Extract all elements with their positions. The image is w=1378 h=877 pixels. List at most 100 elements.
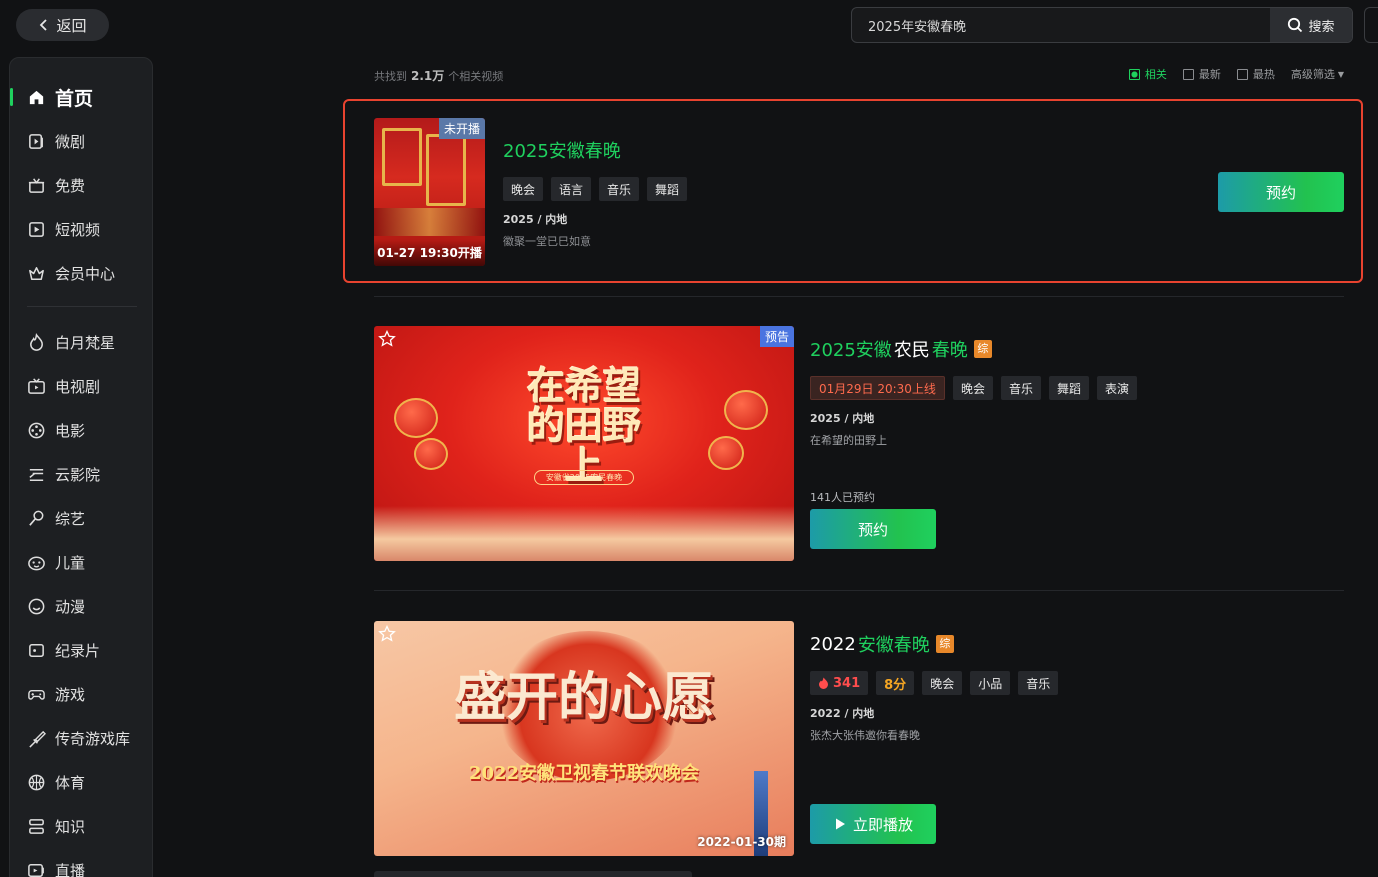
- cloud-cinema-icon: [29, 468, 44, 481]
- knowledge-icon: [29, 818, 44, 834]
- sidebar-item-micro-drama[interactable]: 微剧: [10, 121, 154, 161]
- heat-tag: 341: [810, 671, 869, 695]
- sidebar-item-label: 首页: [55, 87, 94, 110]
- sidebar-item-label: 儿童: [55, 553, 86, 572]
- flame-icon: [819, 677, 828, 689]
- poster-art: [382, 128, 422, 186]
- result-count-suffix: 个相关视频: [448, 70, 504, 83]
- sidebar-item-tv-series[interactable]: 电视剧: [10, 366, 154, 406]
- sidebar-divider: [27, 306, 137, 307]
- genre-tag[interactable]: 音乐: [1000, 376, 1041, 400]
- genre-tag[interactable]: 语言: [551, 177, 592, 201]
- back-button[interactable]: 返回: [16, 9, 109, 41]
- result-title[interactable]: 2025安徽 农民 春晚 综: [810, 336, 992, 362]
- result-count-prefix: 共找到: [374, 70, 407, 83]
- play-now-label: 立即播放: [852, 815, 913, 834]
- genre-tag[interactable]: 音乐: [599, 177, 640, 201]
- reserve-button-label: 预约: [1265, 183, 1296, 202]
- filter-newest[interactable]: 最新: [1182, 66, 1221, 82]
- reserve-button[interactable]: 预约: [1218, 172, 1344, 212]
- play-now-button[interactable]: 立即播放: [810, 804, 936, 844]
- sidebar-item-label: 免费: [55, 176, 86, 195]
- sidebar-item-movie[interactable]: 电影: [10, 410, 154, 450]
- filter-relevant[interactable]: 相关: [1128, 66, 1167, 82]
- result-poster[interactable]: 未开播 01-27 19:30开播: [374, 118, 485, 266]
- result-meta: 2025 / 内地: [810, 412, 875, 425]
- sidebar-item-kids[interactable]: 儿童: [10, 542, 154, 582]
- genre-tag[interactable]: 晚会: [952, 376, 993, 400]
- result-tags: 341 8分 晚会 小品 音乐: [810, 671, 1059, 695]
- sidebar-item-free[interactable]: 免费: [10, 165, 154, 205]
- reserve-button[interactable]: 预约: [810, 509, 936, 549]
- result-card-highlight: [343, 99, 1363, 283]
- preview-badge: 预告: [759, 326, 794, 347]
- micro-drama-icon: [29, 133, 43, 149]
- filter-hottest[interactable]: 最热: [1236, 66, 1275, 82]
- sidebar-item-knowledge[interactable]: 知识: [10, 806, 154, 846]
- filter-label: 相关: [1144, 68, 1167, 81]
- genre-tag[interactable]: 小品: [970, 671, 1011, 695]
- sidebar-item-label: 电视剧: [55, 377, 101, 396]
- search-button[interactable]: 搜索: [1270, 8, 1352, 42]
- genre-tag[interactable]: 晚会: [922, 671, 963, 695]
- search-input[interactable]: [852, 8, 1270, 42]
- not-aired-badge: 未开播: [438, 118, 485, 139]
- caret-down-icon: ▼: [1337, 69, 1344, 79]
- advanced-filter-dropdown[interactable]: 高级筛选 ▼: [1291, 66, 1344, 82]
- short-video-icon: [29, 221, 44, 237]
- sidebar-item-home[interactable]: 首页: [10, 77, 154, 117]
- sidebar-item-label: 电影: [55, 421, 86, 440]
- title-part: 2025安徽: [810, 340, 892, 361]
- genre-tag[interactable]: 晚会: [503, 177, 544, 201]
- sidebar-item-sports[interactable]: 体育: [10, 762, 154, 802]
- poster-art: [374, 506, 794, 561]
- sidebar-item-variety[interactable]: 综艺: [10, 498, 154, 538]
- sidebar-item-label: 游戏: [55, 685, 86, 704]
- sidebar-item-live[interactable]: 直播: [10, 850, 154, 877]
- genre-tag[interactable]: 表演: [1096, 376, 1137, 400]
- home-icon: [29, 90, 44, 104]
- sidebar-item-label: 纪录片: [55, 641, 101, 660]
- result-title[interactable]: 2022 安徽春晚 综: [810, 631, 954, 657]
- sidebar-item-cloud-cinema[interactable]: 云影院: [10, 454, 154, 494]
- tv-icon: [28, 377, 45, 394]
- genre-tag[interactable]: 舞蹈: [1048, 376, 1089, 400]
- sidebar: 首页 微剧 免费 短视频 会员中心 白月梵星 电视剧 电影 云影院 综艺 儿童: [9, 57, 153, 877]
- sidebar-item-short-video[interactable]: 短视频: [10, 209, 154, 249]
- sidebar-item-label: 动漫: [55, 597, 86, 616]
- sidebar-item-featured[interactable]: 白月梵星: [10, 322, 154, 362]
- result-meta: 2025 / 内地: [503, 213, 568, 226]
- sidebar-item-label: 综艺: [55, 509, 86, 528]
- sidebar-item-games[interactable]: 游戏: [10, 674, 154, 714]
- lantern-art: [708, 436, 744, 470]
- child-face-icon: [28, 556, 45, 570]
- result-poster[interactable]: 盛开的心愿 2022安徽卫视春节联欢晚会 2022-01-30期: [374, 621, 794, 856]
- sidebar-item-label: 白月梵星: [55, 333, 116, 352]
- result-divider: [374, 296, 1344, 297]
- star-icon[interactable]: [378, 625, 396, 643]
- title-part: 安徽春晚: [857, 635, 930, 656]
- result-poster[interactable]: 预告 在希望的田野上 安徽省2025农民春晚: [374, 326, 794, 561]
- sidebar-item-vip-center[interactable]: 会员中心: [10, 253, 154, 293]
- release-date-tag: 01月29日 20:30上线: [810, 376, 945, 400]
- filter-label: 最新: [1198, 68, 1221, 81]
- flame-icon: [30, 332, 43, 351]
- sidebar-item-anime[interactable]: 动漫: [10, 586, 154, 626]
- reservation-count: 141人已预约: [810, 491, 875, 504]
- microphone-icon: [29, 510, 44, 526]
- sidebar-item-label: 短视频: [55, 220, 101, 239]
- result-title[interactable]: 2025安徽春晚: [503, 137, 621, 163]
- sidebar-item-documentary[interactable]: 纪录片: [10, 630, 154, 670]
- star-icon[interactable]: [378, 330, 396, 348]
- checkbox-icon: [1182, 68, 1194, 80]
- poster-title-art: 在希望的田野上: [526, 363, 641, 488]
- genre-tag[interactable]: 音乐: [1018, 671, 1059, 695]
- filter-label: 最热: [1252, 68, 1275, 81]
- sidebar-item-label: 传奇游戏库: [55, 729, 131, 748]
- genre-tag[interactable]: 舞蹈: [647, 177, 688, 201]
- gamepad-icon: [28, 689, 45, 700]
- sidebar-item-legend-games[interactable]: 传奇游戏库: [10, 718, 154, 758]
- advanced-filter-label: 高级筛选: [1290, 68, 1335, 81]
- toolbar-edge-button[interactable]: [1364, 7, 1378, 43]
- free-icon: [28, 177, 45, 193]
